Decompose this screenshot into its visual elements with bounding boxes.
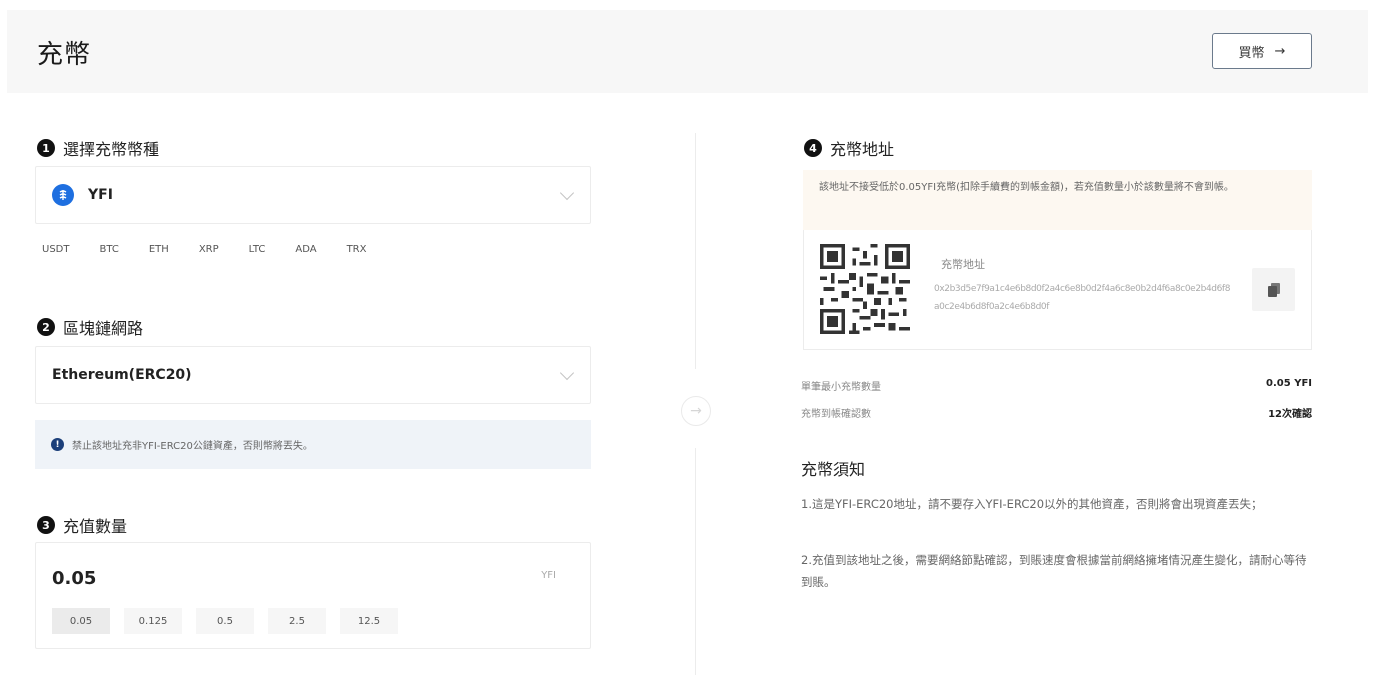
amount-unit: YFI [541,570,556,581]
network-warning-text: 禁止該地址充非YFI-ERC20公鏈資產，否則幣將丟失。 [72,441,313,452]
address-card: 充幣地址 0x2b3d5e7f9a1c4e6b8d0f2a4c6e8b0d2f4… [803,230,1312,350]
section-amount-title: 3 充值數量 [37,513,127,537]
deposit-min-notice: 該地址不接受低於0.05YFI充幣(扣除手續費的到帳金額)，若充值數量小於該數量… [803,170,1312,230]
network-select[interactable]: Ethereum(ERC20) [35,346,591,404]
step-3-badge: 3 [37,516,55,534]
deposit-address-text: 0x2b3d5e7f9a1c4e6b8d0f2a4c6e8b0d2f4a6c8e… [934,284,1231,312]
qr-code [820,244,910,334]
preset-amount-option[interactable]: 2.5 [268,608,326,634]
quick-coin-ada[interactable]: ADA [295,244,316,255]
section-network-title: 2 區塊鏈網路 [37,315,143,339]
amount-input-box: 0.05 YFI 0.05 0.125 0.5 2.5 12.5 [35,542,591,649]
chevron-down-icon [559,365,575,381]
section-1-label: 選擇充幣幣種 [63,140,160,159]
quick-coin-eth[interactable]: ETH [149,244,169,255]
note-item: 1.這是YFI-ERC20地址，請不要存入YFI-ERC20以外的其他資產，否則… [801,497,1263,511]
copy-address-button[interactable] [1252,268,1295,311]
column-divider [695,448,696,675]
note-item: 2.充值到該地址之後，需要網絡節點確認，到賬速度會根據當前網絡擁堵情況產生變化，… [801,553,1307,589]
arrow-right-circle-icon: → [681,396,711,426]
quick-coin-xrp[interactable]: XRP [199,244,219,255]
page-title: 充幣 [37,40,92,70]
min-deposit-label: 單筆最小充幣數量 [801,382,881,393]
confirmations-row: 充幣到帳確認數 12次確認 [801,405,1312,420]
preset-amount-option[interactable]: 0.125 [124,608,182,634]
section-2-label: 區塊鏈網路 [63,319,144,338]
confirmations-label: 充幣到帳確認數 [801,409,871,420]
step-2-badge: 2 [37,318,55,336]
quick-coin-list: USDT BTC ETH XRP LTC ADA TRX [42,244,397,255]
preset-amount-option[interactable]: 0.5 [196,608,254,634]
step-1-badge: 1 [37,139,55,157]
section-select-coin-title: 1 選擇充幣幣種 [37,136,159,160]
min-deposit-value: 0.05 YFI [1266,378,1312,389]
amount-presets: 0.05 0.125 0.5 2.5 12.5 [52,608,398,634]
quick-coin-ltc[interactable]: LTC [249,244,266,255]
buy-button-label: 買幣 [1238,45,1265,61]
selected-network-name: Ethereum(ERC20) [52,367,192,383]
info-icon: ! [51,438,64,451]
yfi-icon [52,184,74,206]
network-warning: ! 禁止該地址充非YFI-ERC20公鏈資產，否則幣將丟失。 [35,420,591,469]
step-4-badge: 4 [804,139,822,157]
preset-amount-option[interactable]: 0.05 [52,608,110,634]
arrow-right-icon: → [1274,43,1286,59]
section-3-label: 充值數量 [63,517,128,536]
column-divider [695,133,696,369]
confirmations-value: 12次確認 [1268,409,1312,420]
address-label: 充幣地址 [941,258,985,271]
chevron-down-icon [559,185,575,201]
selected-coin-name: YFI [88,187,113,203]
preset-amount-option[interactable]: 12.5 [340,608,398,634]
notes-title: 充幣須知 [801,460,866,479]
copy-icon [1267,282,1280,297]
amount-input[interactable]: 0.05 [52,568,96,589]
min-deposit-row: 單筆最小充幣數量 0.05 YFI [801,378,1312,393]
section-4-label: 充幣地址 [830,140,895,159]
quick-coin-usdt[interactable]: USDT [42,244,69,255]
coin-select[interactable]: YFI [35,166,591,224]
buy-crypto-button[interactable]: 買幣 → [1212,33,1312,69]
quick-coin-btc[interactable]: BTC [99,244,118,255]
section-address-title: 4 充幣地址 [804,136,894,160]
quick-coin-trx[interactable]: TRX [347,244,367,255]
page-header: 充幣 買幣 → [7,10,1368,93]
